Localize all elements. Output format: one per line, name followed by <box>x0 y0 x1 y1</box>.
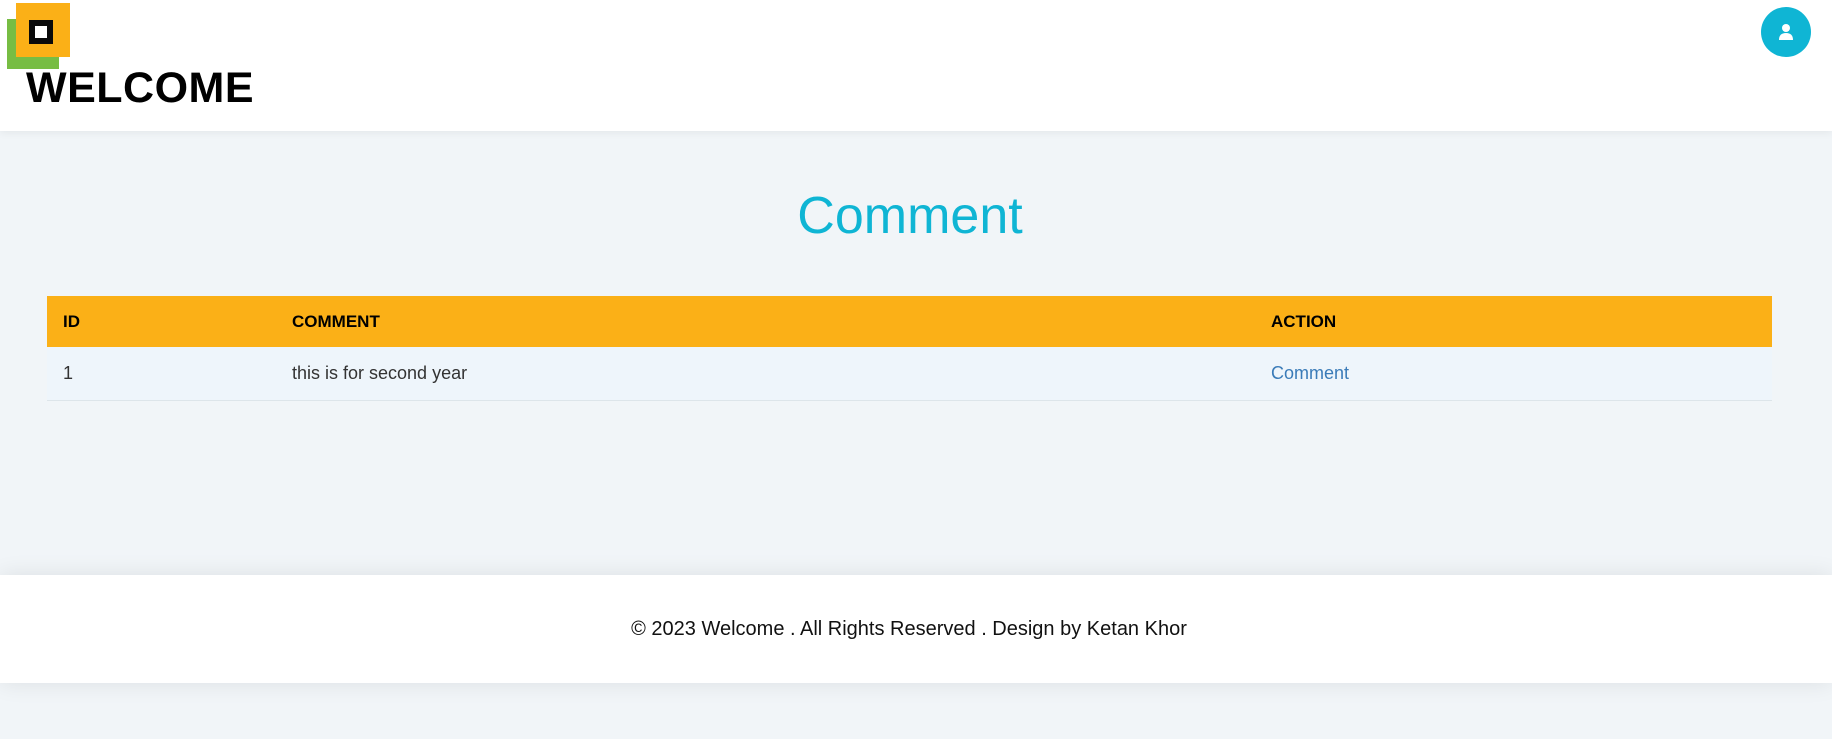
user-profile-button[interactable] <box>1761 7 1811 57</box>
table-row: 1 this is for second year Comment <box>47 347 1772 400</box>
table-header-row: ID COMMENT ACTION <box>47 296 1772 347</box>
user-icon <box>1779 24 1793 40</box>
comments-table: ID COMMENT ACTION 1 this is for second y… <box>47 296 1772 401</box>
site-header: WELCOME <box>0 0 1832 131</box>
logo[interactable] <box>7 3 71 69</box>
cell-comment: this is for second year <box>292 362 468 383</box>
column-header-id: ID <box>63 311 80 331</box>
cell-action: Comment <box>1255 347 1772 400</box>
logo-white-square <box>35 26 47 38</box>
page-title: Comment <box>797 187 1023 245</box>
comment-link[interactable]: Comment <box>1271 363 1349 383</box>
footer-copyright: © 2023 Welcome . All Rights Reserved . D… <box>631 617 1187 640</box>
site-footer: © 2023 Welcome . All Rights Reserved . D… <box>0 575 1832 683</box>
column-header-action: ACTION <box>1271 311 1337 331</box>
brand-title: WELCOME <box>26 64 255 112</box>
cell-id: 1 <box>63 362 74 383</box>
comments-table-container: ID COMMENT ACTION 1 this is for second y… <box>47 296 1772 401</box>
column-header-comment: COMMENT <box>292 311 380 331</box>
